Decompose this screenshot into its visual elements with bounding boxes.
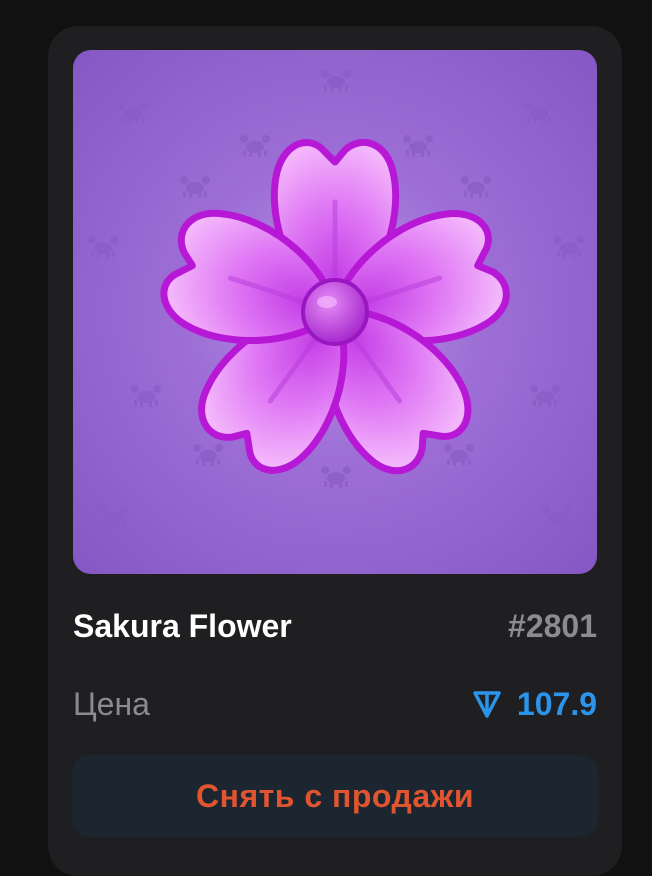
gift-artwork: [88, 70, 584, 528]
gift-title: Sakura Flower: [73, 608, 292, 644]
price-row: Цена 107.9: [73, 684, 597, 724]
sakura-flower-icon: [155, 142, 515, 485]
remove-from-sale-button[interactable]: Снять с продажи: [72, 755, 598, 837]
title-row: Sakura Flower #2801: [73, 606, 597, 646]
price-label: Цена: [73, 686, 150, 722]
ton-diamond-icon: [473, 691, 501, 718]
price-amount: 107.9: [516, 685, 597, 722]
gift-image: [73, 50, 597, 574]
gift-number: #2801: [508, 608, 597, 644]
gift-card[interactable]: Sakura Flower #2801 Цена 107.9 Снять с п…: [48, 26, 622, 876]
price-value-group: 107.9: [471, 684, 597, 724]
